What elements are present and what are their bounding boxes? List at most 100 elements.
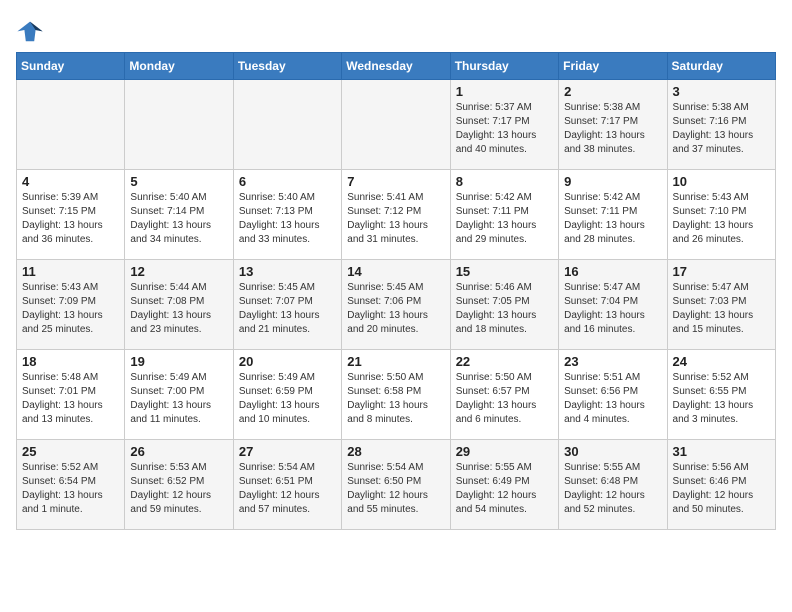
day-number: 18 — [22, 354, 119, 369]
day-number: 28 — [347, 444, 444, 459]
day-number: 9 — [564, 174, 661, 189]
day-info: Sunrise: 5:42 AMSunset: 7:11 PMDaylight:… — [564, 191, 661, 247]
day-info: Sunrise: 5:50 AMSunset: 6:58 PMDaylight:… — [347, 371, 444, 427]
day-info: Sunrise: 5:48 AMSunset: 7:01 PMDaylight:… — [22, 371, 119, 427]
day-number: 7 — [347, 174, 444, 189]
day-number: 1 — [456, 84, 553, 99]
day-number: 31 — [673, 444, 770, 459]
day-number: 22 — [456, 354, 553, 369]
calendar-cell — [17, 80, 125, 170]
calendar-cell: 19 Sunrise: 5:49 AMSunset: 7:00 PMDayligh… — [125, 350, 233, 440]
day-number: 29 — [456, 444, 553, 459]
day-number: 30 — [564, 444, 661, 459]
calendar-week-row: 25 Sunrise: 5:52 AMSunset: 6:54 PMDayligh… — [17, 440, 776, 530]
day-info: Sunrise: 5:54 AMSunset: 6:50 PMDaylight:… — [347, 461, 444, 517]
day-info: Sunrise: 5:45 AMSunset: 7:07 PMDaylight:… — [239, 281, 336, 337]
calendar-cell: 12 Sunrise: 5:44 AMSunset: 7:08 PMDayligh… — [125, 260, 233, 350]
day-number: 5 — [130, 174, 227, 189]
day-info: Sunrise: 5:47 AMSunset: 7:04 PMDaylight:… — [564, 281, 661, 337]
header — [16, 16, 776, 44]
calendar-cell — [342, 80, 450, 170]
day-info: Sunrise: 5:43 AMSunset: 7:09 PMDaylight:… — [22, 281, 119, 337]
calendar-week-row: 11 Sunrise: 5:43 AMSunset: 7:09 PMDayligh… — [17, 260, 776, 350]
calendar-cell: 6 Sunrise: 5:40 AMSunset: 7:13 PMDaylight… — [233, 170, 341, 260]
day-number: 10 — [673, 174, 770, 189]
day-number: 12 — [130, 264, 227, 279]
calendar-cell: 13Sunrise: 5:45 AMSunset: 7:07 PMDayligh… — [233, 260, 341, 350]
calendar-cell: 27 Sunrise: 5:54 AMSunset: 6:51 PMDayligh… — [233, 440, 341, 530]
calendar-header-sunday: Sunday — [17, 53, 125, 80]
calendar-cell: 9 Sunrise: 5:42 AMSunset: 7:11 PMDaylight… — [559, 170, 667, 260]
day-info: Sunrise: 5:49 AMSunset: 6:59 PMDaylight:… — [239, 371, 336, 427]
day-number: 21 — [347, 354, 444, 369]
day-number: 26 — [130, 444, 227, 459]
day-number: 15 — [456, 264, 553, 279]
calendar-cell: 25 Sunrise: 5:52 AMSunset: 6:54 PMDayligh… — [17, 440, 125, 530]
calendar-cell: 3Sunrise: 5:38 AMSunset: 7:16 PMDaylight… — [667, 80, 775, 170]
day-info: Sunrise: 5:53 AMSunset: 6:52 PMDaylight:… — [130, 461, 227, 517]
calendar-cell: 11 Sunrise: 5:43 AMSunset: 7:09 PMDayligh… — [17, 260, 125, 350]
calendar-cell: 18 Sunrise: 5:48 AMSunset: 7:01 PMDayligh… — [17, 350, 125, 440]
day-number: 27 — [239, 444, 336, 459]
calendar-header-saturday: Saturday — [667, 53, 775, 80]
day-info: Sunrise: 5:55 AMSunset: 6:48 PMDaylight:… — [564, 461, 661, 517]
calendar-cell — [233, 80, 341, 170]
day-info: Sunrise: 5:54 AMSunset: 6:51 PMDaylight:… — [239, 461, 336, 517]
calendar-cell: 20Sunrise: 5:49 AMSunset: 6:59 PMDayligh… — [233, 350, 341, 440]
day-info: Sunrise: 5:38 AMSunset: 7:17 PMDaylight:… — [564, 101, 661, 157]
calendar-header-tuesday: Tuesday — [233, 53, 341, 80]
calendar-header-row: SundayMondayTuesdayWednesdayThursdayFrid… — [17, 53, 776, 80]
calendar-cell: 28 Sunrise: 5:54 AMSunset: 6:50 PMDayligh… — [342, 440, 450, 530]
day-info: Sunrise: 5:46 AMSunset: 7:05 PMDaylight:… — [456, 281, 553, 337]
day-info: Sunrise: 5:56 AMSunset: 6:46 PMDaylight:… — [673, 461, 770, 517]
calendar-cell: 7 Sunrise: 5:41 AMSunset: 7:12 PMDaylight… — [342, 170, 450, 260]
calendar-cell — [125, 80, 233, 170]
calendar-cell: 5 Sunrise: 5:40 AMSunset: 7:14 PMDaylight… — [125, 170, 233, 260]
day-number: 25 — [22, 444, 119, 459]
day-number: 2 — [564, 84, 661, 99]
calendar-cell: 1 Sunrise: 5:37 AMSunset: 7:17 PMDaylight… — [450, 80, 558, 170]
calendar-cell: 29 Sunrise: 5:55 AMSunset: 6:49 PMDayligh… — [450, 440, 558, 530]
calendar-cell: 14 Sunrise: 5:45 AMSunset: 7:06 PMDayligh… — [342, 260, 450, 350]
day-info: Sunrise: 5:38 AMSunset: 7:16 PMDaylight:… — [673, 101, 770, 157]
calendar-cell: 23Sunrise: 5:51 AMSunset: 6:56 PMDayligh… — [559, 350, 667, 440]
calendar-cell: 16 Sunrise: 5:47 AMSunset: 7:04 PMDayligh… — [559, 260, 667, 350]
day-info: Sunrise: 5:44 AMSunset: 7:08 PMDaylight:… — [130, 281, 227, 337]
day-number: 14 — [347, 264, 444, 279]
day-info: Sunrise: 5:37 AMSunset: 7:17 PMDaylight:… — [456, 101, 553, 157]
day-info: Sunrise: 5:52 AMSunset: 6:55 PMDaylight:… — [673, 371, 770, 427]
day-number: 4 — [22, 174, 119, 189]
calendar-week-row: 1 Sunrise: 5:37 AMSunset: 7:17 PMDaylight… — [17, 80, 776, 170]
day-info: Sunrise: 5:41 AMSunset: 7:12 PMDaylight:… — [347, 191, 444, 247]
calendar-week-row: 18 Sunrise: 5:48 AMSunset: 7:01 PMDayligh… — [17, 350, 776, 440]
day-info: Sunrise: 5:39 AMSunset: 7:15 PMDaylight:… — [22, 191, 119, 247]
day-info: Sunrise: 5:45 AMSunset: 7:06 PMDaylight:… — [347, 281, 444, 337]
day-info: Sunrise: 5:40 AMSunset: 7:13 PMDaylight:… — [239, 191, 336, 247]
day-number: 6 — [239, 174, 336, 189]
day-number: 17 — [673, 264, 770, 279]
day-info: Sunrise: 5:47 AMSunset: 7:03 PMDaylight:… — [673, 281, 770, 337]
calendar-cell: 22 Sunrise: 5:50 AMSunset: 6:57 PMDayligh… — [450, 350, 558, 440]
calendar-cell: 17 Sunrise: 5:47 AMSunset: 7:03 PMDayligh… — [667, 260, 775, 350]
day-number: 11 — [22, 264, 119, 279]
calendar-cell: 30 Sunrise: 5:55 AMSunset: 6:48 PMDayligh… — [559, 440, 667, 530]
day-info: Sunrise: 5:40 AMSunset: 7:14 PMDaylight:… — [130, 191, 227, 247]
day-info: Sunrise: 5:55 AMSunset: 6:49 PMDaylight:… — [456, 461, 553, 517]
calendar-cell: 26 Sunrise: 5:53 AMSunset: 6:52 PMDayligh… — [125, 440, 233, 530]
logo — [16, 16, 48, 44]
day-number: 23 — [564, 354, 661, 369]
calendar-cell: 4 Sunrise: 5:39 AMSunset: 7:15 PMDaylight… — [17, 170, 125, 260]
day-info: Sunrise: 5:42 AMSunset: 7:11 PMDaylight:… — [456, 191, 553, 247]
calendar-cell: 10 Sunrise: 5:43 AMSunset: 7:10 PMDayligh… — [667, 170, 775, 260]
day-number: 16 — [564, 264, 661, 279]
calendar-header-monday: Monday — [125, 53, 233, 80]
day-info: Sunrise: 5:49 AMSunset: 7:00 PMDaylight:… — [130, 371, 227, 427]
day-info: Sunrise: 5:43 AMSunset: 7:10 PMDaylight:… — [673, 191, 770, 247]
calendar: SundayMondayTuesdayWednesdayThursdayFrid… — [16, 52, 776, 530]
day-info: Sunrise: 5:50 AMSunset: 6:57 PMDaylight:… — [456, 371, 553, 427]
day-number: 19 — [130, 354, 227, 369]
day-info: Sunrise: 5:52 AMSunset: 6:54 PMDaylight:… — [22, 461, 119, 517]
calendar-cell: 24Sunrise: 5:52 AMSunset: 6:55 PMDayligh… — [667, 350, 775, 440]
calendar-cell: 8Sunrise: 5:42 AMSunset: 7:11 PMDaylight… — [450, 170, 558, 260]
calendar-cell: 21 Sunrise: 5:50 AMSunset: 6:58 PMDayligh… — [342, 350, 450, 440]
